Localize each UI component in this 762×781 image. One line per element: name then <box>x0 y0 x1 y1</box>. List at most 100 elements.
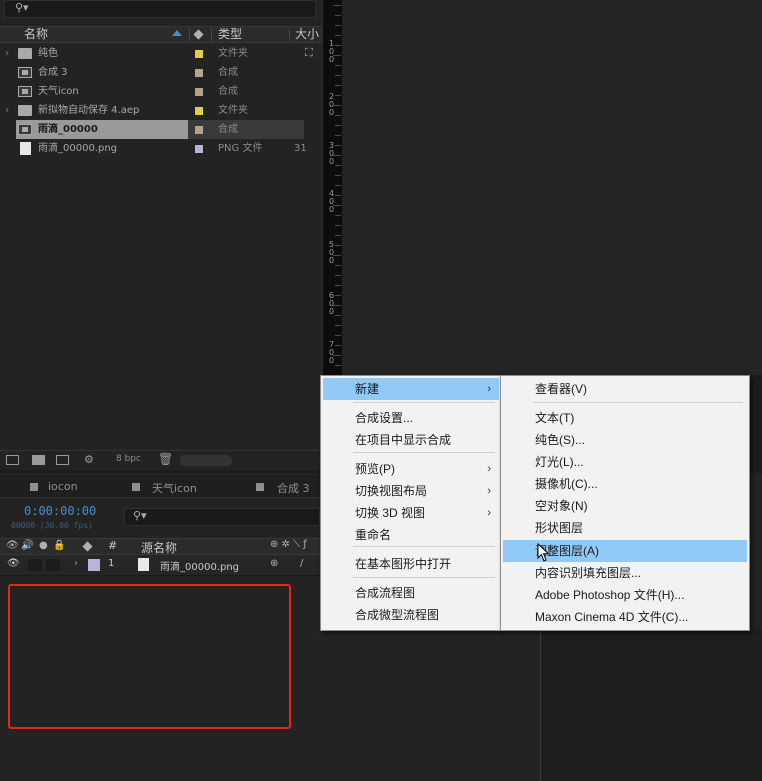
expand-chevron-icon[interactable]: › <box>5 44 9 63</box>
menu-item-label: 新建 <box>355 382 380 396</box>
submenu-item[interactable]: 灯光(L)... <box>503 451 747 473</box>
expand-chevron-icon[interactable]: › <box>74 558 78 569</box>
menu-item[interactable]: 预览(P) › <box>323 458 499 480</box>
solo-icon[interactable]: ● <box>39 540 48 551</box>
submenu-item[interactable]: 形状图层 <box>503 517 747 539</box>
project-item-row[interactable]: › 新拟物自动保存 4.aep 文件夹 <box>0 101 322 120</box>
ruler-tick <box>335 15 341 16</box>
project-item-row[interactable]: 雨滴_00000.png PNG 文件 31 <box>0 139 322 158</box>
project-item-type: PNG 文件 <box>218 143 263 154</box>
menu-item[interactable]: 在基本图形中打开 <box>323 553 499 575</box>
thumbnail-slider[interactable] <box>180 455 232 466</box>
project-item-name: 纯色 <box>38 48 58 59</box>
layer-row[interactable]: 👁 › 1 雨滴_00000.png ⊕ / <box>0 555 322 576</box>
new-composition-icon[interactable] <box>56 455 69 465</box>
menu-item-label: 预览(P) <box>355 462 395 476</box>
label-color-swatch[interactable] <box>195 107 203 115</box>
ruler-tick <box>335 315 341 316</box>
trash-icon[interactable]: 🗑 <box>158 452 173 466</box>
menu-item[interactable]: 切换视图布局 › <box>323 480 499 502</box>
expand-chevron-icon[interactable]: › <box>5 101 9 120</box>
quality-switch-icon[interactable]: / <box>300 558 303 569</box>
ruler-tick <box>335 45 341 46</box>
project-item-row[interactable]: 合成 3 合成 <box>0 63 322 82</box>
submenu-item[interactable]: 内容识别填充图层... <box>503 562 747 584</box>
menu-item-label: 在项目中显示合成 <box>355 433 452 447</box>
layer-name[interactable]: 雨滴_00000.png <box>160 558 239 573</box>
ruler-tick <box>333 105 341 106</box>
menu-separator <box>533 402 743 403</box>
solo-switch[interactable] <box>46 559 60 571</box>
submenu-item[interactable]: Maxon Cinema 4D 文件(C)... <box>503 606 747 628</box>
switches-icons[interactable]: ⊕ ✲ ⟍ ƒ <box>270 539 307 550</box>
project-item-row[interactable]: 天气icon 合成 <box>0 82 322 101</box>
ruler-tick <box>335 65 341 66</box>
ruler-tick <box>335 215 341 216</box>
png-file-icon <box>20 142 31 155</box>
png-file-icon <box>138 558 149 571</box>
new-layer-submenu: 查看器(V) 文本(T) 纯色(S)... 灯光(L)... 摄像机(C)... 空对象(… <box>500 375 750 631</box>
menu-item-label: 重命名 <box>355 528 392 542</box>
submenu-item[interactable]: 文本(T) <box>503 407 747 429</box>
submenu-item[interactable]: 摄像机(C)... <box>503 473 747 495</box>
lock-icon[interactable]: 🔒 <box>53 540 65 551</box>
label-color-swatch[interactable] <box>195 88 203 96</box>
column-size[interactable]: 大小 <box>295 27 319 42</box>
column-name[interactable]: 名称 <box>24 27 48 42</box>
audio-switch[interactable] <box>28 559 42 571</box>
tab-iocon[interactable]: iocon <box>48 480 78 493</box>
timeline-track-area[interactable] <box>542 630 762 781</box>
project-search-input[interactable]: ⚲▾ <box>4 0 316 18</box>
timeline-search-input[interactable]: ⚲▾ <box>124 508 320 526</box>
submenu-item-label: 查看器(V) <box>535 382 587 396</box>
submenu-item[interactable]: 查看器(V) <box>503 378 747 400</box>
new-folder-icon[interactable] <box>32 455 45 465</box>
menu-item[interactable]: 新建 › <box>323 378 499 400</box>
sort-ascending-icon[interactable] <box>172 30 182 36</box>
tab-comp-3[interactable]: 合成 3 <box>277 480 310 496</box>
label-color-swatch[interactable] <box>195 50 203 58</box>
vertical-ruler: 100 200 300 400 500 600 700 <box>322 0 342 375</box>
ruler-tick <box>335 335 341 336</box>
tab-weather-icon[interactable]: 天气icon <box>152 480 197 496</box>
project-settings-icon[interactable]: ⚙ <box>84 453 94 466</box>
annotation-highlight-box <box>8 584 291 729</box>
ruler-tick <box>335 35 341 36</box>
menu-item[interactable]: 重命名 <box>323 524 499 546</box>
submenu-item[interactable]: 纯色(S)... <box>503 429 747 451</box>
visibility-eye-icon[interactable]: 👁 <box>7 558 20 569</box>
label-tag-icon[interactable] <box>193 29 204 40</box>
eye-icon[interactable]: 👁 <box>6 540 19 551</box>
label-tag-icon[interactable] <box>82 541 93 552</box>
bit-depth-label[interactable]: 8 bpc <box>116 454 141 464</box>
project-item-name: 雨滴_00000.png <box>38 143 118 154</box>
menu-item[interactable]: 合成微型流程图 <box>323 604 499 626</box>
column-source-name[interactable]: 源名称 <box>141 539 177 556</box>
composition-viewer[interactable] <box>342 0 762 375</box>
submenu-item[interactable]: Adobe Photoshop 文件(H)... <box>503 584 747 606</box>
submenu-item[interactable]: 空对象(N) <box>503 495 747 517</box>
label-color-swatch[interactable] <box>195 69 203 77</box>
project-item-row[interactable]: 雨滴_00000 合成 <box>0 120 322 139</box>
ruler-tick <box>333 355 341 356</box>
menu-item[interactable]: 合成流程图 <box>323 582 499 604</box>
menu-item[interactable]: 合成设置... <box>323 407 499 429</box>
layer-index: 1 <box>108 558 115 569</box>
ruler-tick <box>335 325 341 326</box>
current-time-display[interactable]: 0:00:00:00 <box>24 504 96 518</box>
audio-icon[interactable]: 🔊 <box>21 540 33 551</box>
composition-icon <box>18 67 32 78</box>
menu-item[interactable]: 切换 3D 视图 › <box>323 502 499 524</box>
label-color-swatch[interactable] <box>195 145 203 153</box>
project-item-row[interactable]: › 纯色 文件夹 <box>0 44 322 63</box>
search-icon: ⚲▾ <box>15 1 29 14</box>
column-number[interactable]: # <box>108 539 117 552</box>
label-color-swatch[interactable] <box>88 559 100 571</box>
ruler-tick <box>335 265 341 266</box>
column-type[interactable]: 类型 <box>218 27 242 42</box>
menu-item[interactable]: 在项目中显示合成 <box>323 429 499 451</box>
label-color-swatch[interactable] <box>195 126 203 134</box>
interpret-footage-icon[interactable] <box>6 455 19 465</box>
shy-switch-icon[interactable]: ⊕ <box>270 558 278 569</box>
project-item-type: 文件夹 <box>218 105 248 116</box>
